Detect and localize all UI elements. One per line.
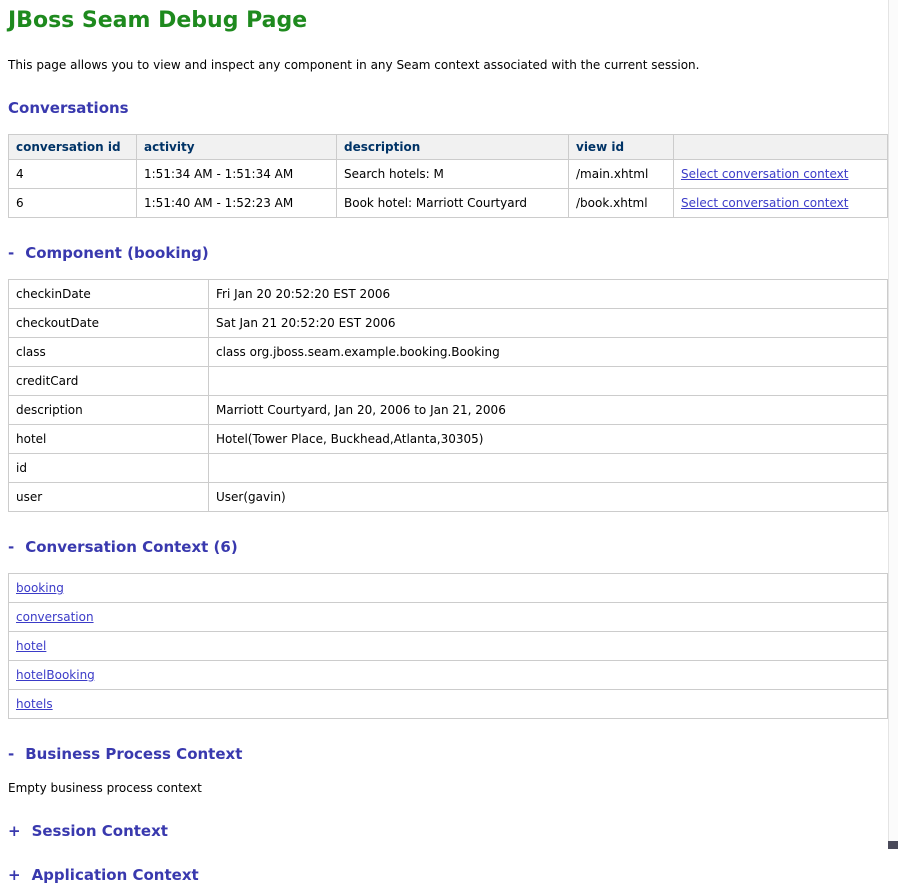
context-item-row: hotelBooking (9, 661, 888, 690)
cell-attribute-name: id (9, 454, 209, 483)
cell-attribute-name: hotel (9, 425, 209, 454)
component-row: hotel Hotel(Tower Place, Buckhead,Atlant… (9, 425, 888, 454)
cell-activity: 1:51:34 AM - 1:51:34 AM (137, 160, 337, 189)
col-header-description: description (337, 135, 569, 160)
cell-description: Search hotels: M (337, 160, 569, 189)
cell-attribute-value (209, 454, 888, 483)
conversation-context-heading: -Conversation Context (6) (8, 538, 890, 556)
context-item-row: booking (9, 574, 888, 603)
cell-context-item: hotelBooking (9, 661, 888, 690)
select-conversation-link[interactable]: Select conversation context (681, 167, 848, 181)
cell-attribute-name: description (9, 396, 209, 425)
expand-toggle-icon[interactable]: + (8, 822, 21, 840)
cell-attribute-value: Fri Jan 20 20:52:20 EST 2006 (209, 280, 888, 309)
cell-attribute-name: creditCard (9, 367, 209, 396)
cell-action: Select conversation context (674, 160, 888, 189)
collapse-toggle-icon[interactable]: - (8, 538, 14, 556)
col-header-activity: activity (137, 135, 337, 160)
component-row: description Marriott Courtyard, Jan 20, … (9, 396, 888, 425)
conversation-row: 6 1:51:40 AM - 1:52:23 AM Book hotel: Ma… (9, 189, 888, 218)
cell-attribute-name: checkoutDate (9, 309, 209, 338)
section-title: Session Context (32, 822, 168, 840)
cell-conversation-id: 4 (9, 160, 137, 189)
section-title: Business Process Context (25, 745, 242, 763)
cell-attribute-value: Marriott Courtyard, Jan 20, 2006 to Jan … (209, 396, 888, 425)
context-item-row: conversation (9, 603, 888, 632)
collapse-toggle-icon[interactable]: - (8, 244, 14, 262)
application-context-heading: + Application Context (8, 866, 890, 884)
cell-context-item: hotel (9, 632, 888, 661)
component-row: id (9, 454, 888, 483)
conversations-heading: Conversations (8, 99, 890, 117)
col-header-conversation-id: conversation id (9, 135, 137, 160)
cell-attribute-name: class (9, 338, 209, 367)
cell-description: Book hotel: Marriott Courtyard (337, 189, 569, 218)
cell-attribute-value (209, 367, 888, 396)
cell-context-item: booking (9, 574, 888, 603)
intro-text: This page allows you to view and inspect… (8, 57, 890, 73)
component-row: class class org.jboss.seam.example.booki… (9, 338, 888, 367)
component-table: checkinDate Fri Jan 20 20:52:20 EST 2006… (8, 279, 888, 512)
context-item-row: hotels (9, 690, 888, 719)
context-component-link[interactable]: hotels (16, 697, 53, 711)
component-row: user User(gavin) (9, 483, 888, 512)
context-component-link[interactable]: booking (16, 581, 64, 595)
cell-attribute-value: Sat Jan 21 20:52:20 EST 2006 (209, 309, 888, 338)
cell-attribute-name: checkinDate (9, 280, 209, 309)
cell-view-id: /main.xhtml (569, 160, 674, 189)
select-conversation-link[interactable]: Select conversation context (681, 196, 848, 210)
business-process-context-heading: -Business Process Context (8, 745, 890, 763)
col-header-view-id: view id (569, 135, 674, 160)
cell-context-item: conversation (9, 603, 888, 632)
cell-context-item: hotels (9, 690, 888, 719)
conversations-table: conversation id activity description vie… (8, 134, 888, 218)
session-context-heading: + Session Context (8, 822, 890, 840)
cell-attribute-value: User(gavin) (209, 483, 888, 512)
context-component-link[interactable]: hotel (16, 639, 46, 653)
cell-attribute-value: Hotel(Tower Place, Buckhead,Atlanta,3030… (209, 425, 888, 454)
empty-business-process-message: Empty business process context (8, 780, 890, 796)
section-title: Application Context (32, 866, 199, 884)
context-component-link[interactable]: conversation (16, 610, 94, 624)
conversation-context-table: booking conversation hotel hotelBooking … (8, 573, 888, 719)
cell-conversation-id: 6 (9, 189, 137, 218)
conversation-row: 4 1:51:34 AM - 1:51:34 AM Search hotels:… (9, 160, 888, 189)
component-row: checkinDate Fri Jan 20 20:52:20 EST 2006 (9, 280, 888, 309)
context-component-link[interactable]: hotelBooking (16, 668, 95, 682)
section-title: Conversation Context (6) (25, 538, 237, 556)
section-title: Component (booking) (25, 244, 209, 262)
expand-toggle-icon[interactable]: + (8, 866, 21, 884)
page-title: JBoss Seam Debug Page (8, 8, 890, 33)
cell-action: Select conversation context (674, 189, 888, 218)
component-row: creditCard (9, 367, 888, 396)
conversations-header-row: conversation id activity description vie… (9, 135, 888, 160)
scrollbar-corner (888, 841, 898, 849)
collapse-toggle-icon[interactable]: - (8, 745, 14, 763)
context-item-row: hotel (9, 632, 888, 661)
component-section-heading: -Component (booking) (8, 244, 890, 262)
col-header-action (674, 135, 888, 160)
cell-attribute-value: class org.jboss.seam.example.booking.Boo… (209, 338, 888, 367)
cell-attribute-name: user (9, 483, 209, 512)
scrollbar-track[interactable] (888, 0, 898, 849)
component-row: checkoutDate Sat Jan 21 20:52:20 EST 200… (9, 309, 888, 338)
cell-view-id: /book.xhtml (569, 189, 674, 218)
cell-activity: 1:51:40 AM - 1:52:23 AM (137, 189, 337, 218)
